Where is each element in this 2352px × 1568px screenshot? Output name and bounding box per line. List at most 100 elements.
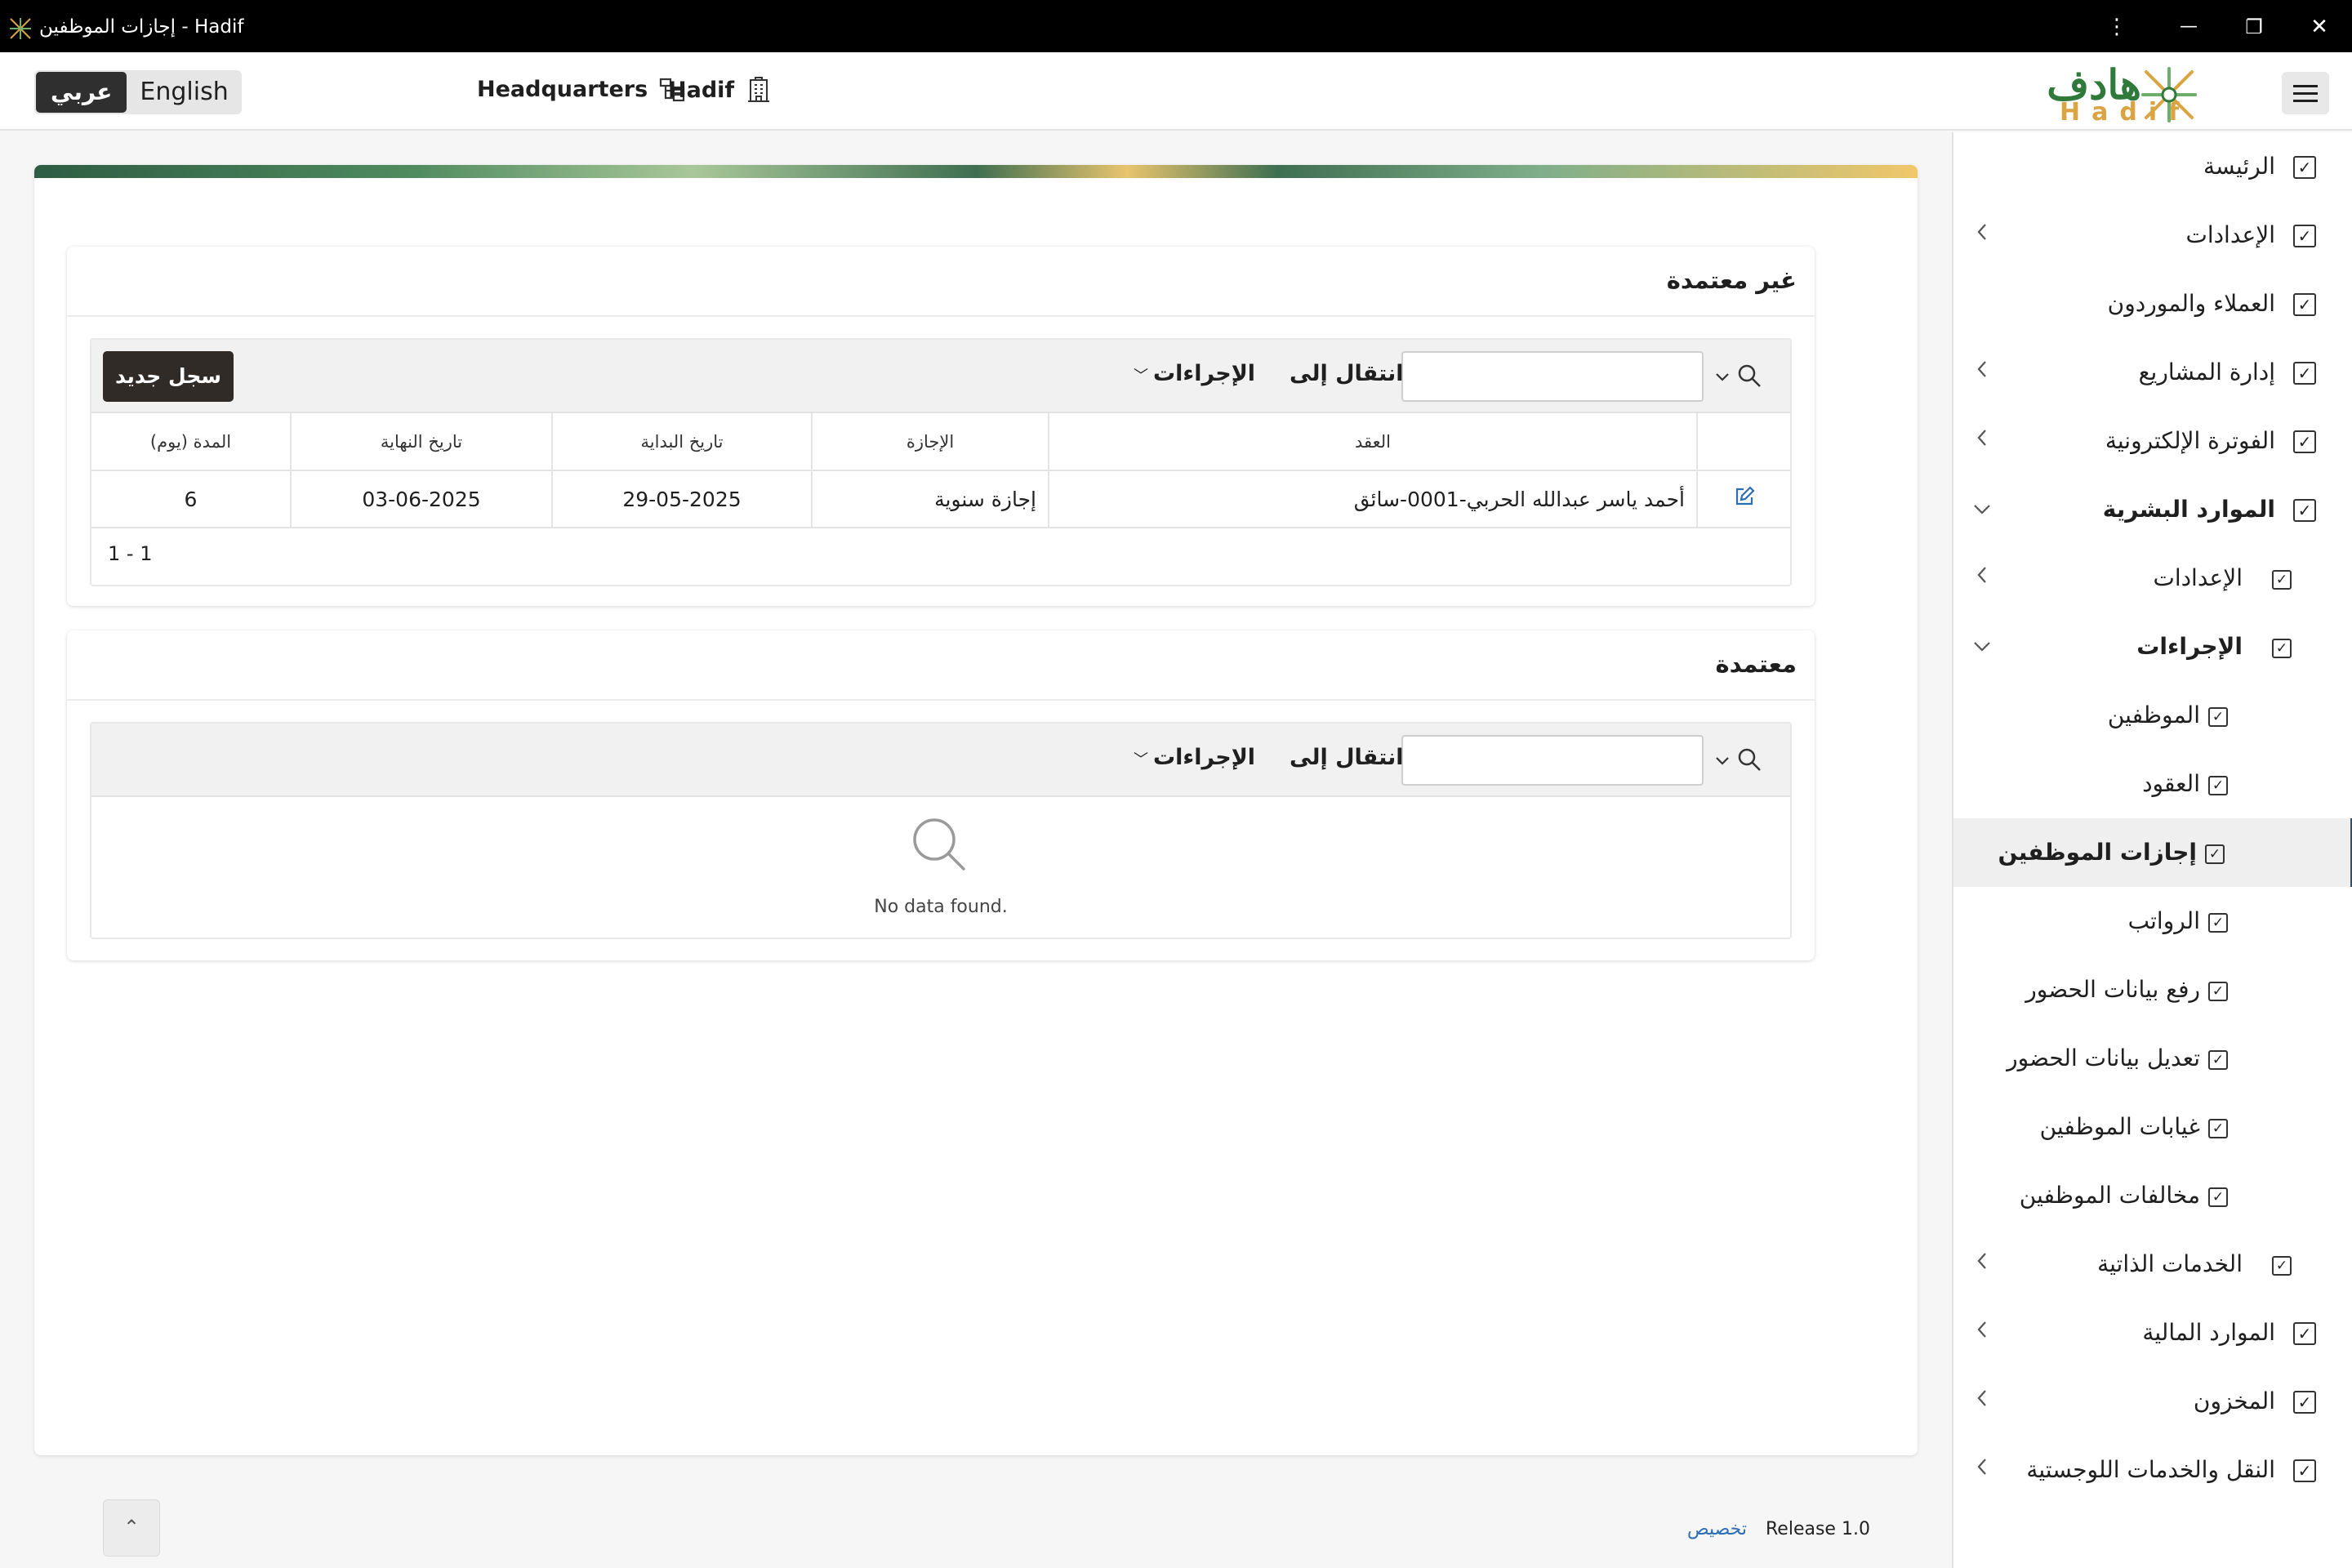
- chevron-down-icon[interactable]: [1970, 634, 1994, 658]
- column-header-leave[interactable]: الإجازة: [811, 413, 1049, 471]
- cell-leave: إجازة سنوية: [811, 470, 1049, 528]
- checkbox-icon: ✓: [2272, 639, 2292, 658]
- app-header: عربي English Headquarters Hadif هادف Had…: [0, 52, 2352, 131]
- chevron-down-icon: [1716, 373, 1729, 381]
- sidebar-item-label: العقود: [2142, 770, 2200, 797]
- sidebar-item[interactable]: ✓ الموارد المالية: [1953, 1298, 2352, 1367]
- search-column-selector[interactable]: [1712, 356, 1771, 397]
- more-options-icon[interactable]: ⋮: [2100, 13, 2133, 41]
- actions-label: الإجراءات: [1153, 361, 1256, 386]
- goto-button[interactable]: انتقال إلى: [1290, 745, 1404, 770]
- chevron-left-icon[interactable]: [1970, 1251, 1994, 1276]
- headquarters-selector[interactable]: Headquarters: [477, 77, 685, 102]
- sidebar-item-label: الفوترة الإلكترونية: [2105, 427, 2275, 454]
- hamburger-line: [2293, 92, 2318, 95]
- region-title: غير معتمدة: [1666, 266, 1797, 294]
- chevron-left-icon[interactable]: [1970, 1457, 1994, 1481]
- sidebar-item-label: الرئيسة: [2203, 153, 2275, 180]
- goto-button[interactable]: انتقال إلى: [1290, 361, 1404, 386]
- checkbox-icon: ✓: [2293, 362, 2316, 385]
- checkbox-icon: ✓: [2272, 570, 2292, 590]
- pagination-info: 1 - 1: [108, 542, 153, 565]
- sidebar-item[interactable]: ✓ الإجراءات: [1953, 612, 2352, 681]
- sidebar-item[interactable]: ✓ العقود: [1953, 750, 2352, 818]
- table-row: 6 03-06-2025 29-05-2025 إجازة سنوية أحمد…: [91, 470, 1790, 528]
- sidebar-item-label: الإعدادات: [2153, 564, 2243, 591]
- sidebar-item-label: الموارد البشرية: [2102, 496, 2275, 523]
- scroll-to-top-button[interactable]: ⌃: [103, 1499, 160, 1557]
- sidebar-item[interactable]: ✓ الفوترة الإلكترونية: [1953, 407, 2352, 475]
- sidebar-item[interactable]: ✓ إدارة المشاريع: [1953, 338, 2352, 407]
- sidebar-item[interactable]: ✓ الرئيسة: [1953, 132, 2352, 201]
- sidebar-item[interactable]: ✓ إجازات الموظفين: [1953, 818, 2352, 887]
- sidebar-item-label: العملاء والموردون: [2107, 290, 2275, 317]
- sidebar-item[interactable]: ✓ الرواتب: [1953, 887, 2352, 956]
- menu-toggle-button[interactable]: [2282, 72, 2329, 114]
- sidebar-item[interactable]: ✓ الموظفين: [1953, 681, 2352, 750]
- column-header-end-date[interactable]: تاريخ النهاية: [290, 413, 552, 471]
- logo-mark-icon: [2141, 67, 2197, 122]
- chevron-down-icon: ﹀: [1134, 751, 1148, 768]
- sidebar-item[interactable]: ✓ رفع بيانات الحضور: [1953, 956, 2352, 1024]
- column-header-start-date[interactable]: تاريخ البداية: [551, 413, 812, 471]
- search-input[interactable]: [1401, 351, 1704, 402]
- sidebar-item-label: الإجراءات: [2136, 633, 2243, 660]
- sidebar-item-label: إدارة المشاريع: [2138, 359, 2275, 385]
- sidebar-item[interactable]: ✓ الموارد البشرية: [1953, 475, 2352, 544]
- sidebar-item[interactable]: ✓ غيابات الموظفين: [1953, 1093, 2352, 1161]
- actions-label: الإجراءات: [1153, 745, 1256, 770]
- sidebar-item[interactable]: ✓ الإعدادات: [1953, 544, 2352, 612]
- sidebar-item[interactable]: ✓ العملاء والموردون: [1953, 270, 2352, 338]
- minimize-button[interactable]: —: [2172, 13, 2205, 41]
- chevron-left-icon[interactable]: [1970, 359, 1994, 384]
- cell-end-date: 03-06-2025: [290, 470, 552, 528]
- hadif-logo[interactable]: هادف Hadif: [2047, 60, 2198, 127]
- checkbox-icon: ✓: [2208, 982, 2228, 1001]
- close-button[interactable]: ✕: [2303, 13, 2336, 41]
- search-input[interactable]: [1401, 735, 1704, 786]
- chevron-down-icon: ﹀: [1134, 368, 1148, 385]
- chevron-left-icon[interactable]: [1970, 222, 1994, 247]
- sidebar-item[interactable]: ✓ مخالفات الموظفين: [1953, 1161, 2352, 1230]
- sidebar-item-label: الموارد المالية: [2142, 1319, 2275, 1346]
- chevron-left-icon[interactable]: [1970, 428, 1994, 452]
- sidebar-item[interactable]: ✓ الإعدادات: [1953, 201, 2352, 270]
- actions-menu[interactable]: الإجراءات ﹀: [1134, 361, 1255, 386]
- lang-arabic-button[interactable]: عربي: [36, 72, 127, 113]
- sidebar-item[interactable]: ✓ تعديل بيانات الحضور: [1953, 1024, 2352, 1093]
- sidebar-item[interactable]: ✓ النقل والخدمات اللوجستية: [1953, 1436, 2352, 1504]
- no-data-message: No data found.: [874, 897, 1008, 917]
- create-new-record-button[interactable]: سجل جديد: [103, 351, 234, 402]
- restore-button[interactable]: ❐: [2238, 13, 2270, 41]
- chevron-down-icon[interactable]: [1970, 497, 1994, 521]
- column-header-duration[interactable]: المدة (يوم): [91, 413, 291, 471]
- hamburger-line: [2293, 85, 2318, 87]
- building-icon: [748, 77, 770, 102]
- sidebar-item[interactable]: ✓ المخزون: [1953, 1367, 2352, 1436]
- actions-menu[interactable]: الإجراءات ﹀: [1134, 745, 1255, 770]
- edit-icon[interactable]: [1734, 486, 1755, 507]
- sidebar-item-label: الرواتب: [2127, 907, 2200, 934]
- organization-selector[interactable]: Hadif: [668, 77, 770, 103]
- chevron-left-icon[interactable]: [1970, 1320, 1994, 1344]
- customize-link[interactable]: تخصيص: [1687, 1519, 1747, 1539]
- decorative-banner: [34, 165, 1918, 178]
- hamburger-line: [2293, 100, 2318, 102]
- window-title: إجازات الموظفين - Hadif: [39, 16, 244, 38]
- sidebar-item-label: تعديل بيانات الحضور: [2007, 1045, 2200, 1071]
- report-toolbar: انتقال إلى الإجراءات ﹀: [91, 724, 1790, 797]
- search-column-selector[interactable]: [1712, 740, 1771, 781]
- cell-duration: 6: [91, 470, 291, 528]
- sidebar-item[interactable]: ✓ الخدمات الذاتية: [1953, 1230, 2352, 1298]
- sidebar-item-label: رفع بيانات الحضور: [2025, 976, 2200, 1003]
- column-header-contract[interactable]: العقد: [1048, 413, 1697, 471]
- sidebar-item-label: إجازات الموظفين: [1998, 839, 2197, 866]
- lang-english-button[interactable]: English: [128, 70, 241, 114]
- chevron-left-icon[interactable]: [1970, 565, 1994, 590]
- language-switcher: عربي English: [34, 70, 242, 114]
- sidebar-item-label: المخزون: [2193, 1388, 2275, 1414]
- search-icon: [913, 818, 965, 871]
- chevron-left-icon[interactable]: [1970, 1388, 1994, 1413]
- divider: [67, 699, 1815, 701]
- sidebar-item-label: مخالفات الموظفين: [2019, 1182, 2200, 1209]
